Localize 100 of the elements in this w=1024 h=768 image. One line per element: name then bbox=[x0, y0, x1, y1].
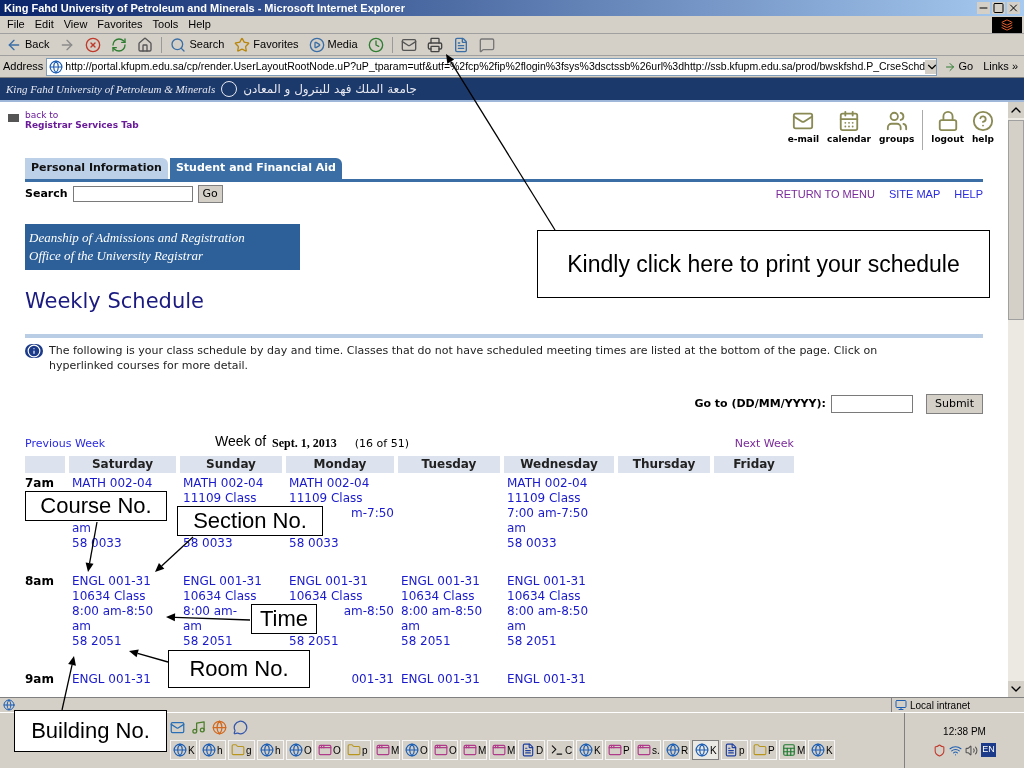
taskbar-button[interactable]: K bbox=[170, 740, 197, 760]
taskbar-button[interactable]: O bbox=[402, 740, 429, 760]
taskbar-button[interactable]: p bbox=[344, 740, 371, 760]
go-button[interactable]: Go bbox=[940, 58, 978, 75]
scroll-thumb[interactable] bbox=[1008, 120, 1024, 320]
taskbar-button[interactable]: C bbox=[547, 740, 574, 760]
taskbar-button[interactable]: M bbox=[489, 740, 516, 760]
shield-icon[interactable] bbox=[933, 743, 947, 757]
nav-link[interactable]: SITE MAP bbox=[888, 185, 941, 203]
toolbar-button[interactable]: Search bbox=[168, 36, 227, 53]
back-link[interactable]: back to bbox=[25, 110, 139, 120]
mail-icon[interactable] bbox=[170, 719, 185, 735]
language-indicator[interactable]: EN bbox=[981, 743, 996, 757]
taskbar-button[interactable]: K bbox=[692, 740, 719, 760]
course-link[interactable]: am bbox=[183, 619, 203, 634]
taskbar-button[interactable]: P bbox=[605, 740, 632, 760]
taskbar-button[interactable]: s. bbox=[634, 740, 661, 760]
course-link[interactable]: 58 2051 bbox=[507, 634, 557, 649]
taskbar-button[interactable]: D bbox=[518, 740, 545, 760]
course-link[interactable]: ENGL 001-31 bbox=[507, 574, 586, 589]
course-link[interactable]: 8:00 am- bbox=[183, 604, 238, 619]
course-link[interactable]: 10634 Class bbox=[183, 589, 257, 604]
portal-tool[interactable]: groups bbox=[879, 110, 915, 147]
course-link[interactable]: 10634 Class bbox=[507, 589, 581, 604]
back-link[interactable]: Registrar Services Tab bbox=[25, 120, 139, 131]
minimize-icon[interactable] bbox=[977, 2, 990, 14]
course-link[interactable]: ENGL 001-31 bbox=[289, 574, 368, 589]
portal-tool[interactable]: calendar bbox=[827, 110, 872, 147]
search-go-button[interactable]: Go bbox=[197, 185, 223, 203]
portal-tool[interactable]: logout bbox=[931, 110, 964, 147]
volume-icon[interactable] bbox=[965, 743, 979, 757]
date-field[interactable] bbox=[830, 395, 913, 413]
course-link[interactable]: 10634 Class bbox=[289, 589, 363, 604]
toolbar-button[interactable]: Favorites bbox=[232, 36, 301, 53]
nav-link[interactable]: RETURN TO MENU bbox=[775, 185, 875, 203]
taskbar-button[interactable]: g bbox=[228, 740, 255, 760]
menu-item[interactable]: Tools bbox=[147, 16, 184, 33]
course-link[interactable]: am-8:50 bbox=[343, 604, 394, 619]
taskbar-button[interactable]: O bbox=[431, 740, 458, 760]
menu-item[interactable]: File bbox=[2, 16, 30, 33]
taskbar-button[interactable]: P bbox=[750, 740, 777, 760]
course-link[interactable]: ENGL 001-31 bbox=[401, 574, 480, 589]
scroll-down-icon[interactable] bbox=[1008, 681, 1024, 697]
course-link[interactable]: m-7:50 bbox=[351, 506, 394, 521]
toolbar-button[interactable]: Back bbox=[4, 36, 52, 53]
course-link[interactable]: ENGL 001-31 bbox=[507, 672, 586, 687]
taskbar-button[interactable]: K bbox=[808, 740, 835, 760]
menu-item[interactable]: Edit bbox=[29, 16, 59, 33]
course-link[interactable]: 58 0033 bbox=[507, 536, 557, 551]
menu-item[interactable]: Favorites bbox=[92, 16, 148, 33]
course-link[interactable]: MATH 002-04 bbox=[289, 476, 370, 491]
submit-button[interactable]: Submit bbox=[925, 394, 983, 414]
taskbar-button[interactable]: O bbox=[286, 740, 313, 760]
toolbar-button[interactable]: Media bbox=[306, 36, 360, 53]
nav-link[interactable]: HELP bbox=[954, 185, 983, 203]
course-link[interactable]: 8:00 am-8:50 bbox=[401, 604, 483, 619]
course-link[interactable]: 58 0033 bbox=[183, 536, 233, 551]
course-link[interactable]: ENGL 001-31 bbox=[401, 672, 480, 687]
maximize-icon[interactable] bbox=[992, 2, 1005, 14]
course-link[interactable]: am bbox=[72, 521, 92, 536]
course-link[interactable]: MATH 002-04 bbox=[507, 476, 588, 491]
taskbar-button[interactable]: M bbox=[373, 740, 400, 760]
portal-tool[interactable]: e-mail bbox=[787, 110, 820, 147]
menu-item[interactable]: View bbox=[58, 16, 93, 33]
course-link[interactable]: MATH 002-04 bbox=[72, 476, 153, 491]
course-link[interactable]: 8:00 am-8:50 bbox=[72, 604, 154, 619]
scroll-up-icon[interactable] bbox=[1008, 102, 1024, 118]
music-icon[interactable] bbox=[191, 719, 206, 735]
course-link[interactable]: 58 2051 bbox=[289, 634, 339, 649]
dropdown-icon[interactable] bbox=[925, 59, 937, 74]
next-week-link[interactable]: Next Week bbox=[734, 435, 794, 452]
course-link[interactable]: 58 2051 bbox=[401, 634, 451, 649]
taskbar-button[interactable]: M bbox=[779, 740, 806, 760]
previous-week-link[interactable]: Previous Week bbox=[25, 435, 215, 452]
taskbar-button[interactable]: h bbox=[199, 740, 226, 760]
course-link[interactable]: 11109 Class bbox=[507, 491, 581, 506]
taskbar-button[interactable]: M bbox=[460, 740, 487, 760]
course-link[interactable]: am bbox=[72, 619, 92, 634]
network-icon[interactable] bbox=[949, 743, 963, 757]
course-link[interactable]: MATH 002-04 bbox=[183, 476, 264, 491]
menu-item[interactable]: Help bbox=[183, 16, 216, 33]
course-link[interactable]: am bbox=[507, 619, 527, 634]
taskbar-button[interactable]: O bbox=[315, 740, 342, 760]
portal-tool[interactable]: help bbox=[971, 110, 994, 147]
chat-icon[interactable] bbox=[233, 719, 248, 735]
taskbar-button[interactable]: R bbox=[663, 740, 690, 760]
course-link[interactable]: 11109 Class bbox=[183, 491, 257, 506]
close-icon[interactable] bbox=[1007, 2, 1020, 14]
course-link[interactable]: ENGL 001-31 bbox=[183, 574, 262, 589]
taskbar-button[interactable]: p bbox=[721, 740, 748, 760]
course-link[interactable]: am bbox=[507, 521, 527, 536]
course-link[interactable]: 58 2051 bbox=[183, 634, 233, 649]
course-link[interactable]: 11109 Class bbox=[289, 491, 363, 506]
tab[interactable]: Student and Financial Aid bbox=[169, 158, 342, 179]
course-link[interactable]: 58 2051 bbox=[72, 634, 122, 649]
links-label[interactable]: Links » bbox=[980, 58, 1021, 75]
course-link[interactable]: 10634 Class bbox=[72, 589, 146, 604]
course-link[interactable]: 58 0033 bbox=[289, 536, 339, 551]
course-link[interactable]: 7:00 am-7:50 bbox=[507, 506, 589, 521]
course-link[interactable]: 10634 Class bbox=[401, 589, 475, 604]
